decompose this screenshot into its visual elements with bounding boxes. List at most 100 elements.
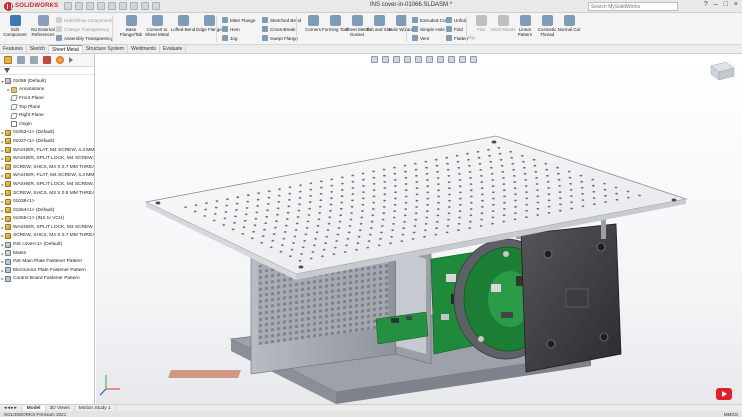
ribbon-button-vent[interactable]: Vent xyxy=(412,34,429,42)
ribbon-button-fold[interactable]: Fold xyxy=(446,25,463,33)
bottom-tab-motion-study-1[interactable]: Motion Study 1 xyxy=(75,405,116,411)
graphics-area[interactable] xyxy=(96,54,742,404)
expand-panel-icon[interactable] xyxy=(69,57,73,63)
view-cube-icon[interactable] xyxy=(710,61,735,81)
bottom-tab-3d-views[interactable]: 3D Views xyxy=(46,405,75,411)
tree-item[interactable]: ▸ SCREW, SHCS, M4 X 0.7 MM THREA xyxy=(0,163,94,172)
tree-root[interactable]: ▾ 01066 (Default) xyxy=(0,77,94,86)
tab-evaluate[interactable]: Evaluate xyxy=(160,45,187,53)
tree-item[interactable]: ▸ Electronics Plate Fastener Pattern xyxy=(0,266,94,275)
ribbon-button-hole-wizard[interactable]: Hole Wizard xyxy=(388,15,414,43)
ribbon-button-simple-hole[interactable]: Simple Hole xyxy=(412,25,445,33)
dimxpert-icon[interactable] xyxy=(43,56,51,64)
help-button[interactable]: ? xyxy=(704,1,708,8)
tab-structure-system[interactable]: Structure System xyxy=(83,45,129,53)
tab-features[interactable]: Features xyxy=(0,45,27,53)
tree-item[interactable]: Right Plane xyxy=(0,111,94,120)
tree-item[interactable]: ▸ Mates xyxy=(0,249,94,258)
new-document-icon[interactable] xyxy=(75,2,83,10)
property-manager-icon[interactable] xyxy=(17,56,25,64)
tree-item[interactable]: Front Plane xyxy=(0,94,94,103)
tree-item[interactable]: ▸ WASHER, FLAT, M4 SCREW, 4.3 MM I xyxy=(0,146,94,155)
tree-item[interactable]: ▸ WASHER, SPLIT LOCK, M4 SCREW, 4 xyxy=(0,180,94,189)
search-input[interactable]: Search MySolidWorks xyxy=(591,4,640,10)
tree-item[interactable]: ▸ 01038<1> xyxy=(0,197,94,206)
tree-item[interactable]: ▸ Control Board Fastener Pattern xyxy=(0,275,94,284)
display-manager-icon[interactable] xyxy=(56,56,64,64)
tree-item[interactable]: ▸ 01564<1> (Default) xyxy=(0,206,94,215)
vent-hole xyxy=(321,255,324,258)
tree-item[interactable]: ▸ WASHER, FLAT, M4 SCREW, 4.3 MM xyxy=(0,172,94,181)
ribbon-button-flatten[interactable]: Flatten xyxy=(446,34,468,42)
tree-item[interactable]: ▸ Annotations xyxy=(0,86,94,95)
part-icon xyxy=(5,215,11,222)
youtube-play-icon[interactable] xyxy=(716,388,732,400)
solidworks-logo[interactable]: SOLIDWORKS xyxy=(0,1,60,11)
assembly-model-view[interactable] xyxy=(96,54,742,404)
vent-hole xyxy=(615,198,619,201)
tree-item[interactable]: ▸ 01065<1> (INS to VCH) xyxy=(0,215,94,224)
tree-item[interactable]: ▸ SCREW, SHCS, M4 X 0.7 MM THREA xyxy=(0,232,94,241)
vent-hole xyxy=(491,185,495,188)
options-icon[interactable] xyxy=(152,2,160,10)
home-icon[interactable] xyxy=(64,2,72,10)
tab-sheet-metal[interactable]: Sheet Metal xyxy=(49,45,83,53)
ribbon-button-rip[interactable]: Rip xyxy=(468,33,475,41)
bottom-tab-model[interactable]: Model xyxy=(22,405,46,411)
ribbon-button-edge-flange[interactable]: Edge Flange xyxy=(196,15,222,43)
tab-weldments[interactable]: Weldments xyxy=(128,45,160,53)
vent-hole xyxy=(512,168,515,171)
filter-icon[interactable] xyxy=(4,68,10,73)
open-icon[interactable] xyxy=(86,2,94,10)
ribbon-button-base-flange[interactable]: Base Flange/Tab xyxy=(118,15,144,43)
ribbon-button-lofted-bend[interactable]: Lofted-Bend xyxy=(170,15,196,43)
print-icon[interactable] xyxy=(108,2,116,10)
tree-item[interactable]: Origin xyxy=(0,120,94,129)
tree-item[interactable]: ▸ INS Main Plate Fastener Pattern xyxy=(0,257,94,266)
nav-arrows-icon[interactable]: ◂◂▸▸ xyxy=(0,405,23,411)
tree-filter[interactable] xyxy=(0,67,94,75)
tree-item[interactable]: ▸ 01063<1> (Default) xyxy=(0,129,94,138)
vent-hole xyxy=(372,170,375,173)
close-button[interactable]: × xyxy=(734,1,738,8)
vent-hole xyxy=(455,154,459,157)
ribbon-button-convert-sheet-metal[interactable]: Convert to Sheet Metal xyxy=(144,15,170,43)
status-units[interactable]: MMGS xyxy=(724,412,738,417)
tree-item[interactable]: ▸ SCREW, SHCS, M3 X 0.5 MM THREA xyxy=(0,189,94,198)
tree-item[interactable]: Top Plane xyxy=(0,103,94,112)
rebuild-icon[interactable] xyxy=(141,2,149,10)
feature-manager-icon[interactable] xyxy=(4,56,12,64)
tree-item[interactable]: ▸ WASHER, SPLIT LOCK, M3 SCREW, 3. xyxy=(0,223,94,232)
ribbon-button-extruded-cut[interactable]: Extruded Cut xyxy=(412,16,447,24)
vent-hole xyxy=(339,214,343,217)
ribbon-button-assembly-transparency[interactable]: Assembly Transparency xyxy=(56,34,113,42)
ribbon-button-hem[interactable]: Hem xyxy=(222,25,240,33)
undo-icon[interactable] xyxy=(119,2,127,10)
ribbon-button-label: No External References xyxy=(31,27,55,37)
vent-hole xyxy=(383,174,386,177)
dark-mounting-plate[interactable] xyxy=(520,223,622,373)
tree-item[interactable]: ▸ 01027<1> (Default) xyxy=(0,137,94,146)
ribbon-button-jog[interactable]: Jog xyxy=(222,34,237,42)
ribbon-button-external-references[interactable]: No External References xyxy=(30,15,56,43)
ribbon-button-normal-cut[interactable]: Normal Cut xyxy=(556,15,582,43)
tree-item[interactable]: ▸ INS cover<1> (Default) xyxy=(0,240,94,249)
ribbon-button-transparency[interactable]: Change Transparency xyxy=(56,25,109,33)
save-icon[interactable] xyxy=(97,2,105,10)
ribbon-button-edit-component[interactable]: Edit Component xyxy=(2,15,28,43)
select-icon[interactable] xyxy=(130,2,138,10)
tree-item-label: Right Plane xyxy=(19,113,44,119)
search-box[interactable]: Search MySolidWorks xyxy=(588,2,678,11)
ribbon-button-hide-show[interactable]: Hide/Show Components xyxy=(56,16,114,24)
ribbon-button-unfold[interactable]: Unfold xyxy=(446,16,467,24)
minimize-button[interactable]: – xyxy=(714,1,718,8)
maximize-button[interactable]: □ xyxy=(724,1,728,8)
ribbon-button-swept-flange[interactable]: Swept Flange xyxy=(262,34,298,42)
tree-item[interactable]: ▸ WASHER, SPLIT LOCK, M4 SCREW, 4 xyxy=(0,154,94,163)
ribbon-button-cross-break[interactable]: Cross-Break xyxy=(262,25,296,33)
tab-sketch[interactable]: Sketch xyxy=(27,45,50,53)
ribbon-button-miter-flange[interactable]: Miter Flange xyxy=(222,16,256,24)
vent-hole xyxy=(264,222,268,225)
vent-hole xyxy=(491,210,495,213)
configuration-manager-icon[interactable] xyxy=(30,56,38,64)
